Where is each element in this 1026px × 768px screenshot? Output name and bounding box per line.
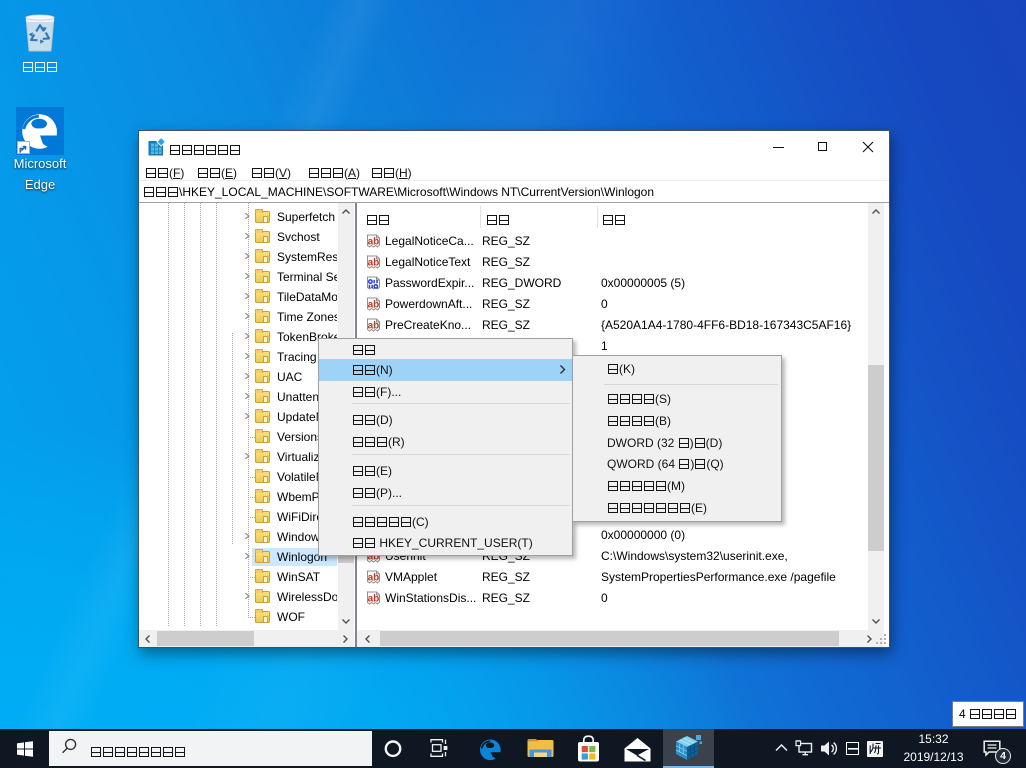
svg-text:ab: ab bbox=[368, 320, 380, 331]
svg-text:ab: ab bbox=[368, 236, 380, 247]
svg-text:ab: ab bbox=[368, 572, 380, 583]
svg-text:ab: ab bbox=[368, 299, 380, 310]
svg-text:ab: ab bbox=[368, 593, 380, 604]
svg-text:ab: ab bbox=[368, 257, 380, 268]
